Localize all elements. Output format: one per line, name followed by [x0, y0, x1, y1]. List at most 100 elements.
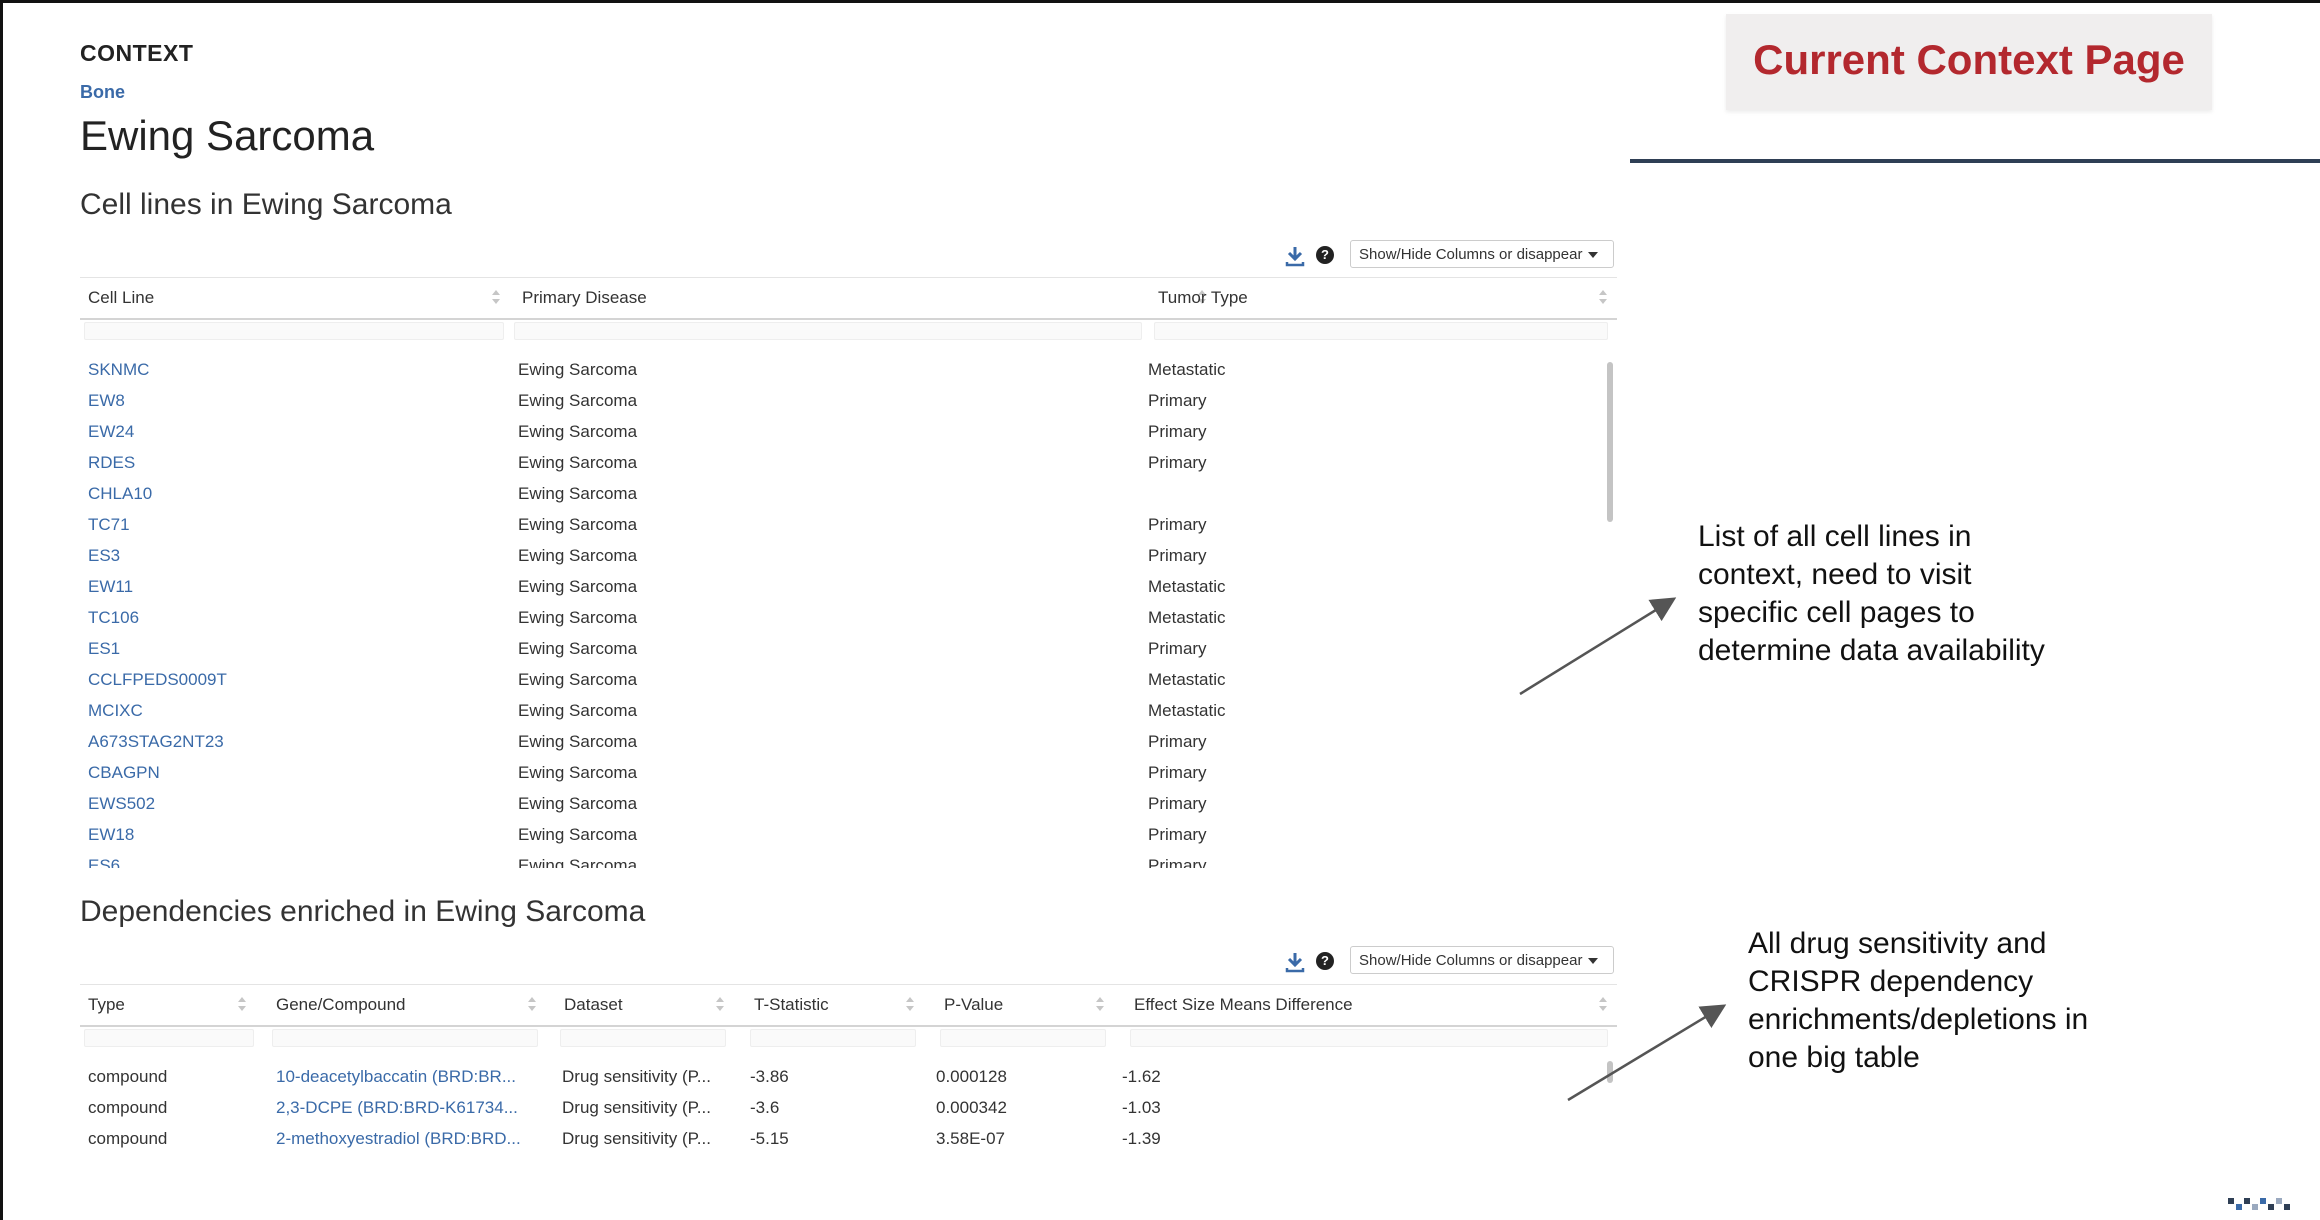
gene-compound-link[interactable]: 10-deacetylbaccatin (BRD:BR...	[276, 1061, 548, 1092]
type-cell: compound	[88, 1098, 168, 1117]
gene-compound-link[interactable]: 2-methoxyestradiol (BRD:BRD...	[276, 1123, 548, 1154]
download-icon[interactable]	[1284, 951, 1306, 973]
filter-input[interactable]	[84, 1029, 254, 1047]
cell-line-link[interactable]: ES6	[88, 850, 508, 868]
window-frame-top	[0, 0, 2320, 3]
primary-disease-cell: Ewing Sarcoma	[518, 670, 638, 689]
column-header-label: T-Statistic	[754, 995, 829, 1014]
filter-input[interactable]	[560, 1029, 726, 1047]
column-header-label: Primary Disease	[522, 288, 647, 307]
primary-disease-cell: Ewing Sarcoma	[518, 577, 638, 596]
filter-input[interactable]	[514, 322, 1142, 340]
context-label: CONTEXT	[80, 40, 194, 66]
cell-line-link[interactable]: ES1	[88, 633, 508, 664]
dependencies-rows: compound 10-deacetylbaccatin (BRD:BR... Dr…	[80, 1061, 1617, 1154]
tumor-type-cell: Primary	[1148, 515, 1207, 534]
dependencies-title: Dependencies enriched in Ewing Sarcoma	[80, 895, 646, 928]
filter-row	[80, 1029, 1617, 1051]
cell-line-link[interactable]: SKNMC	[88, 354, 508, 385]
caret-down-icon	[1588, 958, 1599, 965]
cell-line-link[interactable]: MCIXC	[88, 695, 508, 726]
column-header-label: P-Value	[944, 995, 1004, 1014]
column-header-tumor-type[interactable]: Tumor Type	[1150, 278, 1617, 318]
cell-line-link[interactable]: CCLFPEDS0009T	[88, 664, 508, 695]
cell-lines-table: Cell Line Primary Disease Tumor Type SKN…	[80, 277, 1617, 868]
column-header-label: Cell Line	[88, 288, 155, 307]
caret-down-icon	[1588, 252, 1599, 259]
sort-icon[interactable]	[528, 997, 536, 1013]
t-statistic-cell: -3.6	[750, 1098, 780, 1117]
slide-badge: Current Context Page	[1726, 14, 2212, 110]
cell-line-link[interactable]: EW11	[88, 571, 508, 602]
vertical-scrollbar[interactable]	[1607, 362, 1613, 522]
table-row: TC71 Ewing Sarcoma Primary	[80, 509, 1617, 540]
tumor-type-cell	[1148, 478, 1588, 509]
filter-input[interactable]	[750, 1029, 916, 1047]
download-icon[interactable]	[1284, 245, 1306, 267]
show-hide-columns-button[interactable]: Show/Hide Columns or disappear	[1350, 240, 1614, 268]
filter-input[interactable]	[84, 322, 504, 340]
cell-line-link[interactable]: TC71	[88, 509, 508, 540]
column-header-p-value[interactable]: P-Value	[936, 985, 1114, 1025]
cell-line-link[interactable]: EW24	[88, 416, 508, 447]
primary-disease-cell: Ewing Sarcoma	[518, 608, 638, 627]
show-hide-columns-button[interactable]: Show/Hide Columns or disappear	[1350, 946, 1614, 974]
tumor-type-cell: Primary	[1148, 453, 1207, 472]
column-header-dataset[interactable]: Dataset	[556, 985, 734, 1025]
column-header-gene-compound[interactable]: Gene/Compound	[268, 985, 546, 1025]
column-header-label: Effect Size Means Difference	[1134, 995, 1353, 1014]
help-icon[interactable]: ?	[1316, 952, 1334, 970]
cell-line-link[interactable]: CHLA10	[88, 478, 508, 509]
column-header-label: Gene/Compound	[276, 995, 406, 1014]
filter-input[interactable]	[1154, 322, 1608, 340]
table-row: EW8 Ewing Sarcoma Primary	[80, 385, 1617, 416]
filter-input[interactable]	[940, 1029, 1106, 1047]
filter-input[interactable]	[1130, 1029, 1608, 1047]
column-header-type[interactable]: Type	[80, 985, 256, 1025]
table-row: EW24 Ewing Sarcoma Primary	[80, 416, 1617, 447]
breadcrumb-bone[interactable]: Bone	[80, 82, 125, 103]
dependencies-toolbar: ? Show/Hide Columns or disappear	[1280, 946, 1616, 976]
primary-disease-cell: Ewing Sarcoma	[518, 639, 638, 658]
sort-icon[interactable]	[492, 290, 500, 306]
sort-icon[interactable]	[1599, 997, 1607, 1013]
gene-compound-link[interactable]: 2,3-DCPE (BRD:BRD-K61734...	[276, 1092, 548, 1123]
cell-line-link[interactable]: A673STAG2NT23	[88, 726, 508, 757]
tumor-type-cell: Primary	[1148, 639, 1207, 658]
vertical-scrollbar[interactable]	[1607, 1061, 1613, 1083]
sort-icon[interactable]	[238, 997, 246, 1013]
help-icon[interactable]: ?	[1316, 246, 1334, 264]
sort-icon[interactable]	[1096, 997, 1104, 1013]
effect-size-cell: -1.03	[1122, 1098, 1161, 1117]
sort-icon[interactable]	[906, 997, 914, 1013]
primary-disease-cell: Ewing Sarcoma	[518, 422, 638, 441]
cell-line-link[interactable]: ES3	[88, 540, 508, 571]
column-header-t-statistic[interactable]: T-Statistic	[746, 985, 924, 1025]
primary-disease-cell: Ewing Sarcoma	[518, 701, 638, 720]
cell-line-link[interactable]: TC106	[88, 602, 508, 633]
dependencies-table: Type Gene/Compound Dataset T-Statistic P…	[80, 984, 1617, 1155]
cell-line-link[interactable]: EW18	[88, 819, 508, 850]
t-statistic-cell: -3.86	[750, 1067, 789, 1086]
table-row: CBAGPN Ewing Sarcoma Primary	[80, 757, 1617, 788]
p-value-cell: 0.000128	[936, 1067, 1007, 1086]
cell-line-link[interactable]: EWS502	[88, 788, 508, 819]
cell-line-link[interactable]: CBAGPN	[88, 757, 508, 788]
type-cell: compound	[88, 1129, 168, 1148]
effect-size-cell: -1.39	[1122, 1129, 1161, 1148]
primary-disease-cell: Ewing Sarcoma	[518, 825, 638, 844]
column-header-effect-size[interactable]: Effect Size Means Difference	[1126, 985, 1617, 1025]
sort-icon[interactable]	[1599, 290, 1607, 306]
sort-icon[interactable]	[716, 997, 724, 1013]
tumor-type-cell: Primary	[1148, 856, 1207, 868]
corner-logo-icon	[2228, 1198, 2290, 1210]
filter-input[interactable]	[272, 1029, 538, 1047]
cell-line-link[interactable]: EW8	[88, 385, 508, 416]
table-row: ES3 Ewing Sarcoma Primary	[80, 540, 1617, 571]
t-statistic-cell: -5.15	[750, 1129, 789, 1148]
cell-line-link[interactable]: RDES	[88, 447, 508, 478]
column-header-primary-disease[interactable]: Primary Disease	[514, 278, 1216, 318]
column-header-cell-line[interactable]: Cell Line	[80, 278, 510, 318]
primary-disease-cell: Ewing Sarcoma	[518, 515, 638, 534]
primary-disease-cell: Ewing Sarcoma	[518, 484, 638, 503]
